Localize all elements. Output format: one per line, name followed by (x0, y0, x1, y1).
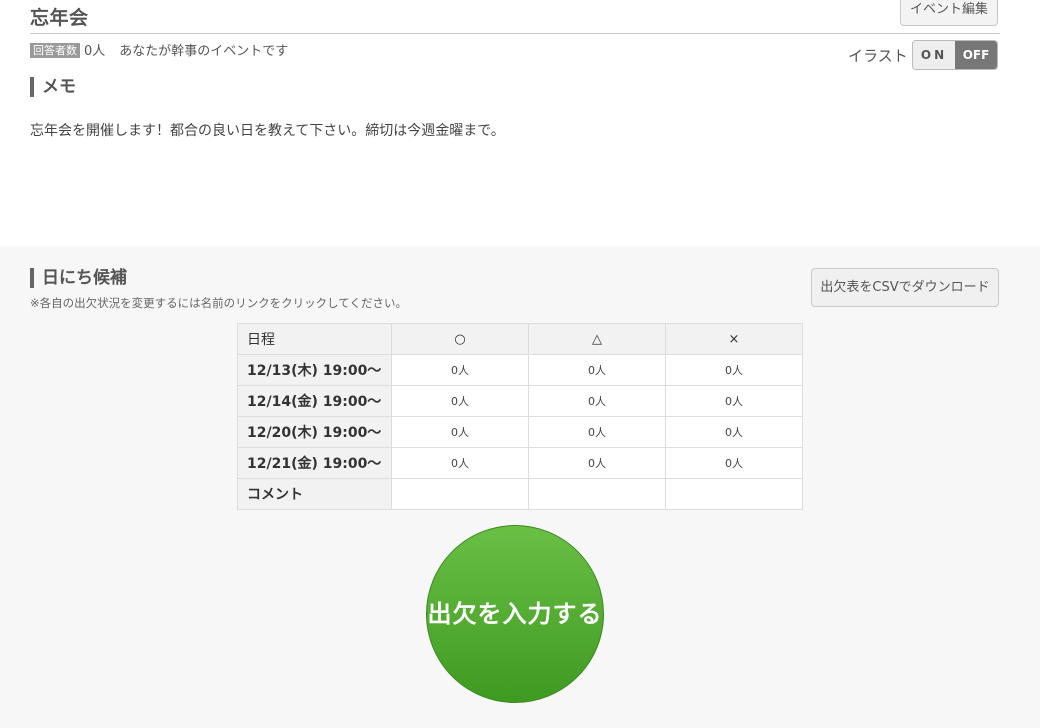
event-header-section: 忘年会 イベント編集 回答者数 0人 あなたが幹事のイベントです イラスト ON O… (0, 0, 1040, 246)
schedule-section: 日にち候補 ※各自の出欠状況を変更するには名前のリンクをクリックしてください。 … (0, 246, 1040, 728)
respondents-count: 0人 (84, 44, 106, 59)
illustration-label: イラスト (848, 47, 908, 65)
row-date: 12/21(金) 19:00〜 (237, 447, 392, 479)
no-count: 0人 (665, 354, 803, 386)
memo-heading: メモ (30, 77, 76, 97)
no-count: 0人 (665, 385, 803, 417)
schedule-heading: 日にち候補 (30, 268, 127, 288)
toggle-off-option[interactable]: OFF (955, 41, 997, 69)
header-maybe: △ (528, 323, 666, 355)
yes-count: 0人 (391, 447, 529, 479)
table-header-row: 日程 ○ △ × (237, 323, 803, 355)
yes-count: 0人 (391, 354, 529, 386)
header-date: 日程 (237, 323, 392, 355)
comment-row: コメント (237, 478, 803, 510)
row-date: 12/13(木) 19:00〜 (237, 354, 392, 386)
comment-label: コメント (237, 478, 392, 510)
comment-cell (665, 478, 803, 510)
event-title: 忘年会 (30, 7, 89, 29)
csv-download-button[interactable]: 出欠表をCSVでダウンロード (811, 268, 999, 307)
submit-attendance-button[interactable]: 出欠を入力する (426, 525, 604, 703)
table-row: 12/13(木) 19:00〜 0人 0人 0人 (237, 354, 803, 386)
schedule-note: ※各自の出欠状況を変更するには名前のリンクをクリックしてください。 (30, 296, 407, 310)
organizer-note: あなたが幹事のイベントです (119, 44, 289, 59)
table-row: 12/21(金) 19:00〜 0人 0人 0人 (237, 447, 803, 479)
header-yes: ○ (391, 323, 529, 355)
no-count: 0人 (665, 447, 803, 479)
maybe-count: 0人 (528, 447, 666, 479)
maybe-count: 0人 (528, 354, 666, 386)
toggle-on-option[interactable]: ON (913, 41, 955, 69)
comment-cell (391, 478, 529, 510)
row-date: 12/20(木) 19:00〜 (237, 416, 392, 448)
header-no: × (665, 323, 803, 355)
maybe-count: 0人 (528, 385, 666, 417)
row-date: 12/14(金) 19:00〜 (237, 385, 392, 417)
schedule-table: 日程 ○ △ × 12/13(木) 19:00〜 0人 0人 0人 12/14(… (237, 323, 803, 510)
memo-text: 忘年会を開催します！都合の良い日を教えて下さい。締切は今週金曜まで。 (30, 123, 505, 139)
illustration-toggle[interactable]: ON OFF (912, 40, 998, 70)
event-meta: 回答者数 0人 あなたが幹事のイベントです (30, 40, 288, 59)
table-row: 12/20(木) 19:00〜 0人 0人 0人 (237, 416, 803, 448)
table-row: 12/14(金) 19:00〜 0人 0人 0人 (237, 385, 803, 417)
no-count: 0人 (665, 416, 803, 448)
maybe-count: 0人 (528, 416, 666, 448)
edit-event-button[interactable]: イベント編集 (900, 0, 998, 26)
comment-cell (528, 478, 666, 510)
yes-count: 0人 (391, 416, 529, 448)
title-divider (30, 33, 1000, 34)
yes-count: 0人 (391, 385, 529, 417)
respondents-badge: 回答者数 (30, 43, 80, 58)
